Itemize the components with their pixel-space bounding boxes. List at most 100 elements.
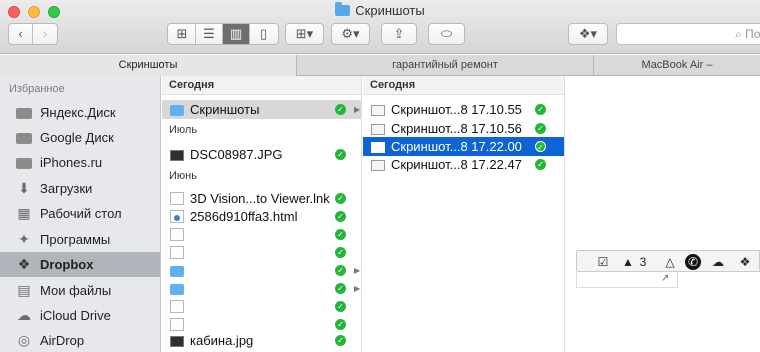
list-item[interactable]: ✓ xyxy=(162,225,361,244)
sync-check-icon: ✓ xyxy=(335,301,346,312)
sidebar-item-desktop[interactable]: ▦ Рабочий стол xyxy=(0,201,160,226)
document-icon xyxy=(170,318,184,331)
sidebar-item-downloads[interactable]: ⬇ Загрузки xyxy=(0,176,160,201)
cloud-sync-icon[interactable]: ☁ xyxy=(710,254,726,270)
action-button[interactable]: ⚙▾ xyxy=(331,23,370,45)
cover-flow-button[interactable]: ▯ xyxy=(250,24,277,44)
forward-button[interactable]: › xyxy=(33,24,57,44)
folder-icon xyxy=(335,2,351,16)
list-item[interactable]: ✓ xyxy=(162,243,361,262)
tab-warranty-repair[interactable]: гарантийный ремонт xyxy=(297,55,594,76)
sidebar-item-yandex-disk[interactable]: Яндекс.Диск xyxy=(0,100,160,125)
dropbox-icon[interactable]: ❖ xyxy=(737,254,753,270)
file-name: кабина.jpg xyxy=(190,333,254,348)
dropbox-menu-button[interactable]: ❖▾ xyxy=(568,23,608,45)
search-icon: ⌕ xyxy=(735,27,746,41)
screenshot-file-icon xyxy=(371,160,385,171)
icon-view-button[interactable]: ⊞ xyxy=(169,24,196,44)
group-header: Июнь xyxy=(162,167,361,186)
window-title: Скриншоты xyxy=(0,2,760,18)
checkbox-icon[interactable]: ☑ xyxy=(595,254,611,270)
list-icon: ☰ xyxy=(203,26,215,41)
list-item-screenshots-folder[interactable]: Скриншоты ✓ ▶ xyxy=(162,100,361,119)
sidebar-item-applications[interactable]: ✦ Программы xyxy=(0,227,160,252)
folder-icon xyxy=(170,266,184,277)
sidebar-item-iphones-ru[interactable]: iPhones.ru xyxy=(0,150,160,175)
file-name: Скриншоты xyxy=(190,102,260,117)
sidebar: Избранное Яндекс.Диск Google Диск iPhone… xyxy=(0,76,161,352)
share-icon: ⇪ xyxy=(393,26,405,41)
disclosure-arrow-icon: ▶ xyxy=(354,105,361,114)
list-view-button[interactable]: ☰ xyxy=(196,24,223,44)
file-name: Скриншот...8 17.10.55 xyxy=(391,102,522,117)
sidebar-item-label: Dropbox xyxy=(40,257,94,272)
back-button[interactable]: ‹ xyxy=(9,24,33,44)
group-header: Июль xyxy=(162,121,361,140)
sidebar-item-label: Программы xyxy=(40,232,111,247)
share-button[interactable]: ⇪ xyxy=(381,23,417,45)
sidebar-item-label: Мои файлы xyxy=(40,283,112,298)
image-icon xyxy=(170,150,184,161)
image-icon xyxy=(170,336,184,347)
column-view-button[interactable]: ▥ xyxy=(223,24,250,44)
cloud-icon: ☁ xyxy=(17,307,31,323)
file-name: Скриншот...8 17.22.47 xyxy=(391,157,522,172)
screenshot-file-icon xyxy=(371,105,385,116)
disclosure-arrow-icon: ▶ xyxy=(354,284,361,293)
sync-check-icon: ✓ xyxy=(335,104,346,115)
badge-count: 3 xyxy=(639,255,647,269)
preview-column xyxy=(566,76,760,352)
group-header: Сегодня xyxy=(162,76,361,95)
tab-macbook-air[interactable]: MacBook Air – xyxy=(594,55,760,76)
column-screenshots[interactable]: Сегодня Скриншот...8 17.10.55 ✓ Скриншот… xyxy=(363,76,565,352)
sync-check-icon: ✓ xyxy=(535,141,546,152)
sync-check-icon: ✓ xyxy=(335,319,346,330)
view-mode-group: ⊞ ☰ ▥ ▯ xyxy=(167,23,279,45)
list-item[interactable]: ✓ ▶ xyxy=(162,279,361,298)
folder-icon xyxy=(170,284,184,295)
list-item[interactable]: 2586d910ffa3.html ✓ xyxy=(162,207,361,226)
sync-check-icon: ✓ xyxy=(335,229,346,240)
sidebar-item-airdrop[interactable]: ◎ AirDrop xyxy=(0,328,160,352)
column-dropbox[interactable]: Сегодня Скриншоты ✓ ▶ Июль DSC08987.JPG ✓… xyxy=(162,76,362,352)
sync-check-icon: ✓ xyxy=(535,104,546,115)
sync-check-icon: ✓ xyxy=(335,211,346,222)
sidebar-item-icloud-drive[interactable]: ☁ iCloud Drive xyxy=(0,303,160,328)
document-icon xyxy=(170,192,184,205)
viber-icon[interactable]: ✆ xyxy=(685,254,701,270)
sidebar-item-label: AirDrop xyxy=(40,333,85,348)
search-field[interactable]: ⌕ По xyxy=(616,23,760,45)
list-item[interactable]: Скриншот...8 17.22.47 ✓ xyxy=(363,155,564,174)
sync-check-icon: ✓ xyxy=(335,265,346,276)
sidebar-item-all-files[interactable]: ▤ Мои файлы xyxy=(0,278,160,303)
list-item[interactable]: 3D Vision...to Viewer.lnk ✓ xyxy=(162,189,361,208)
file-name: Скриншот...8 17.10.56 xyxy=(391,121,522,136)
menubar-icons-strip: ☑ ▲ 3 △ ✆ ☁ ❖ xyxy=(576,250,760,272)
sidebar-item-dropbox[interactable]: ❖ Dropbox xyxy=(0,252,160,277)
sync-check-icon: ✓ xyxy=(535,123,546,134)
file-name: 2586d910ffa3.html xyxy=(190,209,298,224)
adobe-icon[interactable]: ▲ xyxy=(621,254,635,270)
tab-screenshots[interactable]: Скриншоты xyxy=(0,55,297,76)
list-item-selected[interactable]: Скриншот...8 17.22.00 ✓ xyxy=(363,137,564,156)
sidebar-item-label: iPhones.ru xyxy=(40,155,103,170)
sync-check-icon: ✓ xyxy=(335,193,346,204)
all-files-icon: ▤ xyxy=(17,282,31,298)
list-item[interactable]: кабина.jpg ✓ xyxy=(162,331,361,350)
cursor-icon: ↗ xyxy=(661,273,670,284)
document-icon xyxy=(170,228,184,241)
drive-icon[interactable]: △ xyxy=(662,254,678,270)
list-item[interactable]: ✓ ▶ xyxy=(162,261,361,280)
disclosure-arrow-icon: ▶ xyxy=(354,266,361,275)
sync-check-icon: ✓ xyxy=(335,247,346,258)
list-item[interactable]: ✓ xyxy=(162,297,361,316)
list-item[interactable]: Скриншот...8 17.10.55 ✓ xyxy=(363,100,564,119)
tag-icon: ⬭ xyxy=(440,26,453,41)
applications-icon: ✦ xyxy=(18,231,30,247)
sidebar-item-label: iCloud Drive xyxy=(40,308,111,323)
list-item[interactable]: DSC08987.JPG ✓ xyxy=(162,145,361,164)
arrange-button[interactable]: ⊞▾ xyxy=(285,23,324,45)
sidebar-item-google-disk[interactable]: Google Диск xyxy=(0,125,160,150)
list-item[interactable]: Скриншот...8 17.10.56 ✓ xyxy=(363,119,564,138)
tags-button[interactable]: ⬭ xyxy=(428,23,465,45)
